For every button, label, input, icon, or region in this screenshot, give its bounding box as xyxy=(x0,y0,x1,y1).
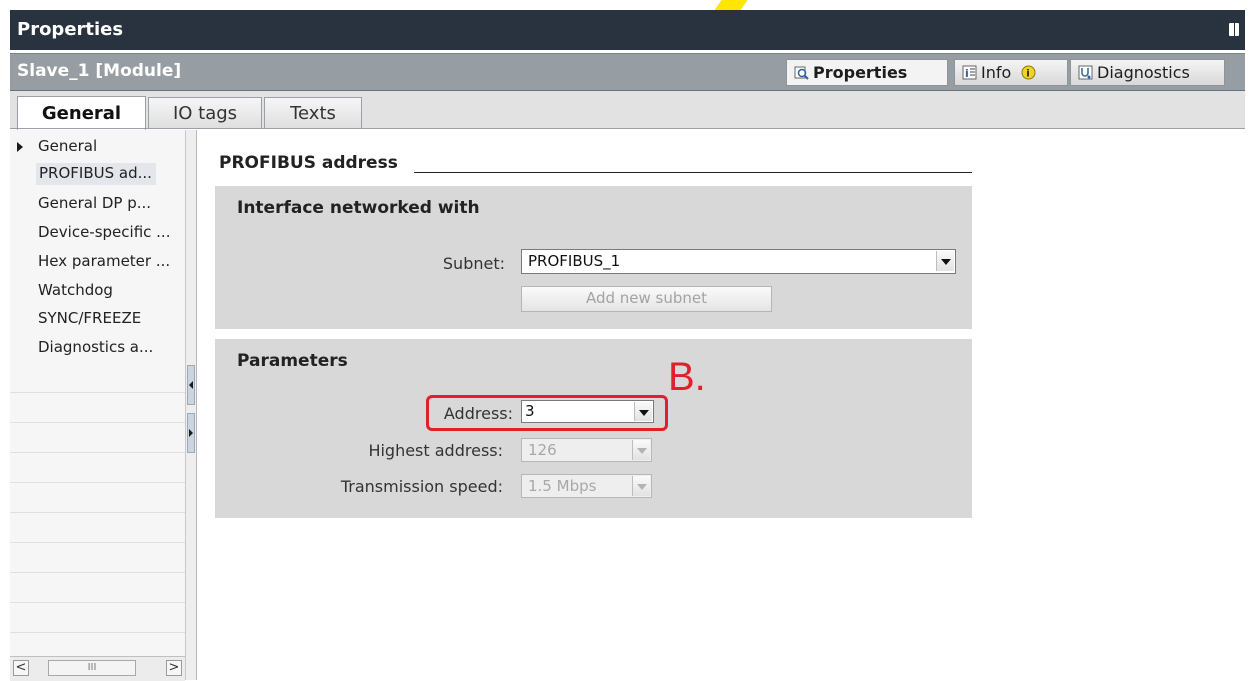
nav-row-divider xyxy=(10,482,185,483)
interface-group: Interface networked with Subnet: PROFIBU… xyxy=(215,186,972,329)
tab-properties[interactable]: Properties xyxy=(786,59,948,86)
nav-item-sync-freeze[interactable]: SYNC/FREEZE xyxy=(38,309,141,327)
highest-address-select: 126 xyxy=(521,438,652,462)
dock-pin-icon[interactable] xyxy=(1229,23,1239,36)
chevron-down-icon xyxy=(632,476,650,496)
highest-address-value: 126 xyxy=(528,441,557,459)
tab-diagnostics[interactable]: Diagnostics xyxy=(1070,59,1225,86)
tab-texts[interactable]: Texts xyxy=(264,97,362,129)
tab-properties-label: Properties xyxy=(813,63,908,82)
scroll-right-button[interactable]: > xyxy=(166,660,182,676)
subnet-label: Subnet: xyxy=(442,254,505,273)
scroll-thumb[interactable]: III xyxy=(48,660,136,676)
nav-row-divider xyxy=(10,542,185,543)
annotation-highlight-box xyxy=(426,395,668,431)
nav-row-divider xyxy=(10,572,185,573)
nav-row-divider xyxy=(10,602,185,603)
tab-general-label: General xyxy=(41,103,122,124)
tab-info-label: Info xyxy=(981,63,1012,82)
tab-diagnostics-label: Diagnostics xyxy=(1097,63,1190,82)
nav-item-diagnostics[interactable]: Diagnostics a... xyxy=(38,338,153,356)
chevron-down-icon[interactable] xyxy=(936,251,954,271)
tab-strip: General IO tags Texts xyxy=(10,91,1245,130)
info-list-icon: i xyxy=(962,65,977,80)
parameters-group-title: Parameters xyxy=(237,351,348,371)
tab-divider xyxy=(10,128,1245,129)
scroll-left-button[interactable]: < xyxy=(13,660,29,676)
stethoscope-icon xyxy=(1078,65,1093,80)
window-title: Properties xyxy=(17,19,124,40)
annotation-arrow-fragment xyxy=(714,0,748,10)
section-nav: General PROFIBUS ad... General DP p... D… xyxy=(10,130,185,680)
magnifier-icon xyxy=(794,65,809,80)
nav-row-divider xyxy=(10,632,185,633)
highest-address-label: Highest address: xyxy=(368,441,503,460)
tab-io-tags[interactable]: IO tags xyxy=(148,97,262,129)
svg-text:i: i xyxy=(1027,69,1030,80)
expand-right-button[interactable] xyxy=(187,413,195,453)
interface-group-title: Interface networked with xyxy=(237,198,480,218)
nav-horizontal-scrollbar[interactable]: < III > xyxy=(10,656,185,681)
svg-text:i: i xyxy=(965,67,969,80)
subnet-select-value: PROFIBUS_1 xyxy=(528,252,621,270)
nav-row-divider xyxy=(10,512,185,513)
nav-item-device-specific[interactable]: Device-specific ... xyxy=(38,223,170,241)
nav-item-watchdog[interactable]: Watchdog xyxy=(38,281,113,299)
nav-row-divider xyxy=(10,422,185,423)
tab-io-tags-label: IO tags xyxy=(172,103,238,124)
object-header: Slave_1 [Module] Properties i Info i Dia… xyxy=(10,53,1245,91)
object-name: Slave_1 [Module] xyxy=(17,61,182,81)
section-title-rule xyxy=(414,172,972,173)
transmission-speed-select: 1.5 Mbps xyxy=(521,474,652,498)
tab-texts-label: Texts xyxy=(290,103,336,124)
nav-item-hex-parameter[interactable]: Hex parameter ... xyxy=(38,252,170,270)
nav-item-general-dp-parameters[interactable]: General DP p... xyxy=(38,194,151,212)
chevron-down-icon xyxy=(632,440,650,460)
nav-item-general[interactable]: General xyxy=(38,137,97,155)
transmission-speed-value: 1.5 Mbps xyxy=(528,477,597,495)
info-circle-icon: i xyxy=(1021,65,1036,80)
section-title: PROFIBUS address xyxy=(219,153,398,173)
title-bar: Properties xyxy=(10,10,1245,50)
nav-row-divider xyxy=(10,452,185,453)
tab-general[interactable]: General xyxy=(17,96,146,130)
annotation-label: B. xyxy=(668,355,706,399)
add-new-subnet-button[interactable]: Add new subnet xyxy=(521,286,772,312)
nav-item-profibus-address[interactable]: PROFIBUS ad... xyxy=(36,163,156,185)
expand-arrow-icon[interactable] xyxy=(17,142,23,152)
transmission-speed-label: Transmission speed: xyxy=(340,477,503,496)
tab-info[interactable]: i Info i xyxy=(954,59,1068,86)
subnet-select[interactable]: PROFIBUS_1 xyxy=(521,249,956,274)
collapse-left-button[interactable] xyxy=(187,365,195,405)
nav-row-divider xyxy=(10,392,185,393)
